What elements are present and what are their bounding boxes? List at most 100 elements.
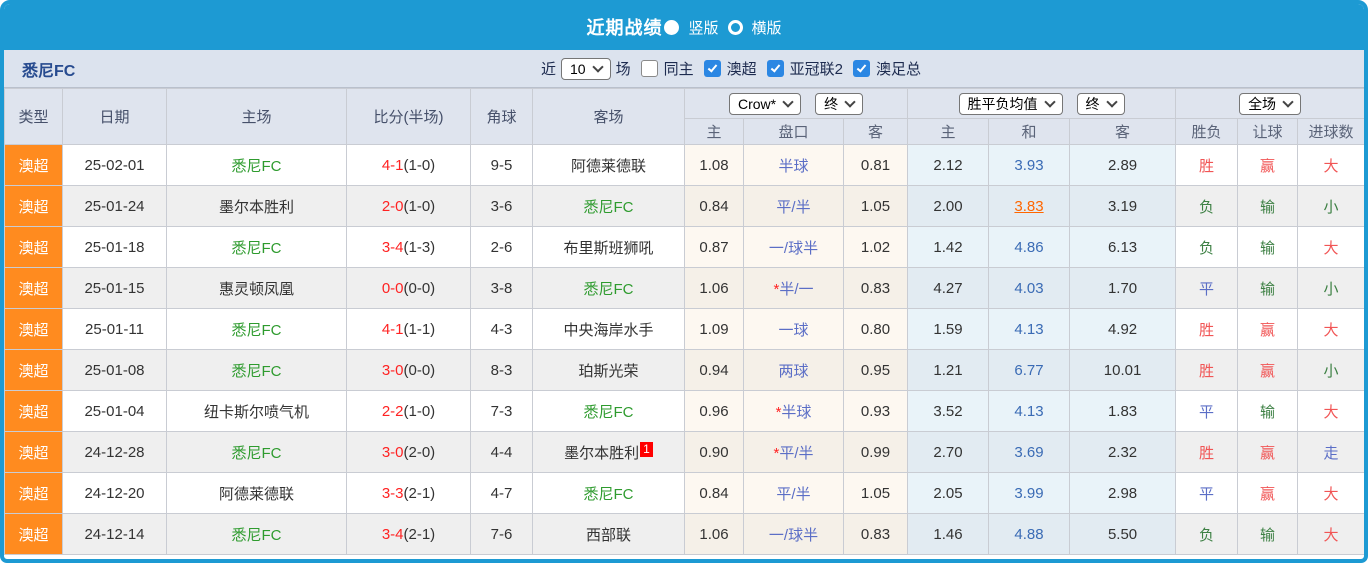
cell-home-team[interactable]: 悉尼FC bbox=[166, 349, 347, 391]
checkbox-australia-cup-label[interactable]: 澳足总 bbox=[876, 58, 921, 79]
subheader-odds-home: 主 bbox=[684, 118, 744, 145]
cell-home-team[interactable]: 阿德莱德联 bbox=[166, 472, 347, 514]
away-team-name: 阿德莱德联 bbox=[570, 157, 646, 175]
cell-home-team[interactable]: 墨尔本胜利 bbox=[166, 185, 347, 227]
cell-date: 24-12-14 bbox=[62, 513, 167, 555]
cell-away-team[interactable]: 中央海岸水手 bbox=[532, 308, 685, 350]
away-team-name: 悉尼FC bbox=[583, 280, 634, 298]
checkbox-a-league-label[interactable]: 澳超 bbox=[727, 58, 757, 79]
cell-goals-result: 大 bbox=[1297, 308, 1364, 350]
home-team-name: 墨尔本胜利 bbox=[218, 198, 294, 216]
avg-draw-value: 4.13 bbox=[1014, 320, 1044, 338]
cell-handicap-result: 赢 bbox=[1237, 472, 1299, 514]
cell-away-team[interactable]: 悉尼FC bbox=[532, 185, 685, 227]
halftime-score: (0-0) bbox=[403, 279, 436, 297]
home-team-name: 阿德莱德联 bbox=[218, 485, 294, 503]
cell-goals-result: 走 bbox=[1297, 431, 1364, 473]
handicap-line: 一球 bbox=[778, 321, 809, 339]
handicap-line: 平/半 bbox=[776, 485, 811, 503]
table-row: 澳超 25-01-15 惠灵顿凤凰 0-0(0-0) 3-8 悉尼FC 1.06 *半/一 0.… bbox=[4, 267, 1364, 309]
fulltime-score: 2-0 bbox=[381, 197, 404, 215]
cell-home-team[interactable]: 悉尼FC bbox=[166, 144, 347, 186]
cell-score: 4-1(1-0) bbox=[346, 144, 471, 186]
table-row: 澳超 25-01-08 悉尼FC 3-0(0-0) 8-3 珀斯光荣 0.94 两球 0.95 1… bbox=[4, 349, 1364, 391]
fulltime-score: 4-1 bbox=[381, 156, 404, 174]
cell-odds-away: 0.81 bbox=[842, 144, 909, 186]
scope-select[interactable]: 全场 bbox=[1239, 92, 1302, 115]
halftime-score: (1-3) bbox=[403, 238, 436, 256]
cell-away-team[interactable]: 悉尼FC bbox=[532, 267, 685, 309]
cell-home-team[interactable]: 悉尼FC bbox=[166, 226, 347, 268]
cell-avg-home: 1.42 bbox=[907, 226, 990, 268]
cell-date: 25-01-04 bbox=[62, 390, 167, 432]
cell-goals-result: 小 bbox=[1297, 267, 1364, 309]
match-count-select[interactable]: 10 bbox=[561, 57, 611, 80]
checkbox-australia-cup[interactable] bbox=[852, 60, 870, 77]
cell-away-team[interactable]: 阿德莱德联 bbox=[532, 144, 685, 186]
cell-away-team[interactable]: 墨尔本胜利 1 bbox=[532, 431, 685, 473]
checkbox-same-home[interactable] bbox=[640, 60, 658, 77]
avg-time-select[interactable]: 终 bbox=[1076, 92, 1125, 115]
check-icon bbox=[707, 62, 717, 73]
cell-date: 24-12-28 bbox=[62, 431, 167, 473]
checkbox-a-league[interactable] bbox=[703, 60, 721, 77]
cell-odds-away: 0.95 bbox=[842, 349, 909, 391]
odds-company-select-value: Crow* bbox=[737, 95, 777, 112]
cell-corners: 7-3 bbox=[470, 390, 533, 432]
scope-select-group: 全场 bbox=[1175, 88, 1364, 119]
cell-handicap: 两球 bbox=[743, 349, 844, 391]
col-header-date: 日期 bbox=[62, 88, 167, 145]
cell-corners: 3-6 bbox=[470, 185, 533, 227]
fulltime-score: 3-0 bbox=[381, 361, 404, 379]
cell-handicap-result: 输 bbox=[1237, 185, 1299, 227]
checkbox-same-home-label[interactable]: 同主 bbox=[664, 58, 694, 79]
cell-home-team[interactable]: 悉尼FC bbox=[166, 308, 347, 350]
cell-away-team[interactable]: 布里斯班狮吼 bbox=[532, 226, 685, 268]
cell-away-team[interactable]: 珀斯光荣 bbox=[532, 349, 685, 391]
cell-handicap: *平/半 bbox=[743, 431, 844, 473]
cell-avg-home: 4.27 bbox=[907, 267, 990, 309]
cell-home-team[interactable]: 惠灵顿凤凰 bbox=[166, 267, 347, 309]
cell-home-team[interactable]: 悉尼FC bbox=[166, 431, 347, 473]
odds-time-select[interactable]: 终 bbox=[815, 92, 864, 115]
cell-home-team[interactable]: 纽卡斯尔喷气机 bbox=[166, 390, 347, 432]
avg-select-group: 胜平负均值 终 bbox=[907, 88, 1177, 119]
cell-handicap-result: 输 bbox=[1237, 267, 1299, 309]
cell-result: 负 bbox=[1175, 226, 1239, 268]
away-team-badge: 1 bbox=[640, 441, 653, 457]
cell-score: 3-4(1-3) bbox=[346, 226, 471, 268]
avg-draw-value: 4.86 bbox=[1014, 238, 1044, 256]
odds-company-select[interactable]: Crow* bbox=[728, 92, 802, 115]
checkbox-acl2-label[interactable]: 亚冠联2 bbox=[790, 58, 843, 79]
handicap-line: 半/一 bbox=[779, 280, 814, 298]
cell-handicap: 一/球半 bbox=[743, 226, 844, 268]
cell-home-team[interactable]: 悉尼FC bbox=[166, 513, 347, 555]
cell-odds-home: 1.09 bbox=[684, 308, 744, 350]
cell-corners: 9-5 bbox=[470, 144, 533, 186]
cell-date: 25-01-15 bbox=[62, 267, 167, 309]
home-team-name: 悉尼FC bbox=[231, 444, 282, 462]
avg-type-select[interactable]: 胜平负均值 bbox=[958, 92, 1063, 115]
cell-result: 负 bbox=[1175, 185, 1239, 227]
fulltime-score: 3-3 bbox=[381, 484, 404, 502]
horizontal-layout-radio[interactable] bbox=[727, 19, 743, 35]
subheader-avg-away: 客 bbox=[1069, 118, 1177, 145]
cell-avg-home: 2.12 bbox=[907, 144, 990, 186]
checkbox-acl2[interactable] bbox=[766, 60, 784, 77]
cell-goals-result: 小 bbox=[1297, 349, 1364, 391]
cell-away-team[interactable]: 悉尼FC bbox=[532, 472, 685, 514]
cell-corners: 7-6 bbox=[470, 513, 533, 555]
subheader-goals: 进球数 bbox=[1297, 118, 1364, 145]
cell-handicap: *半球 bbox=[743, 390, 844, 432]
vertical-layout-radio[interactable] bbox=[664, 19, 680, 35]
horizontal-layout-label[interactable]: 横版 bbox=[752, 17, 782, 38]
cell-away-team[interactable]: 悉尼FC bbox=[532, 390, 685, 432]
cell-score: 3-0(2-0) bbox=[346, 431, 471, 473]
cell-avg-away: 1.70 bbox=[1069, 267, 1177, 309]
col-header-corner: 角球 bbox=[470, 88, 533, 145]
cell-competition: 澳超 bbox=[4, 308, 63, 350]
vertical-layout-label[interactable]: 竖版 bbox=[688, 17, 718, 38]
cell-away-team[interactable]: 西部联 bbox=[532, 513, 685, 555]
cell-avg-draw: 3.69 bbox=[988, 431, 1071, 473]
halftime-score: (1-1) bbox=[403, 320, 436, 338]
